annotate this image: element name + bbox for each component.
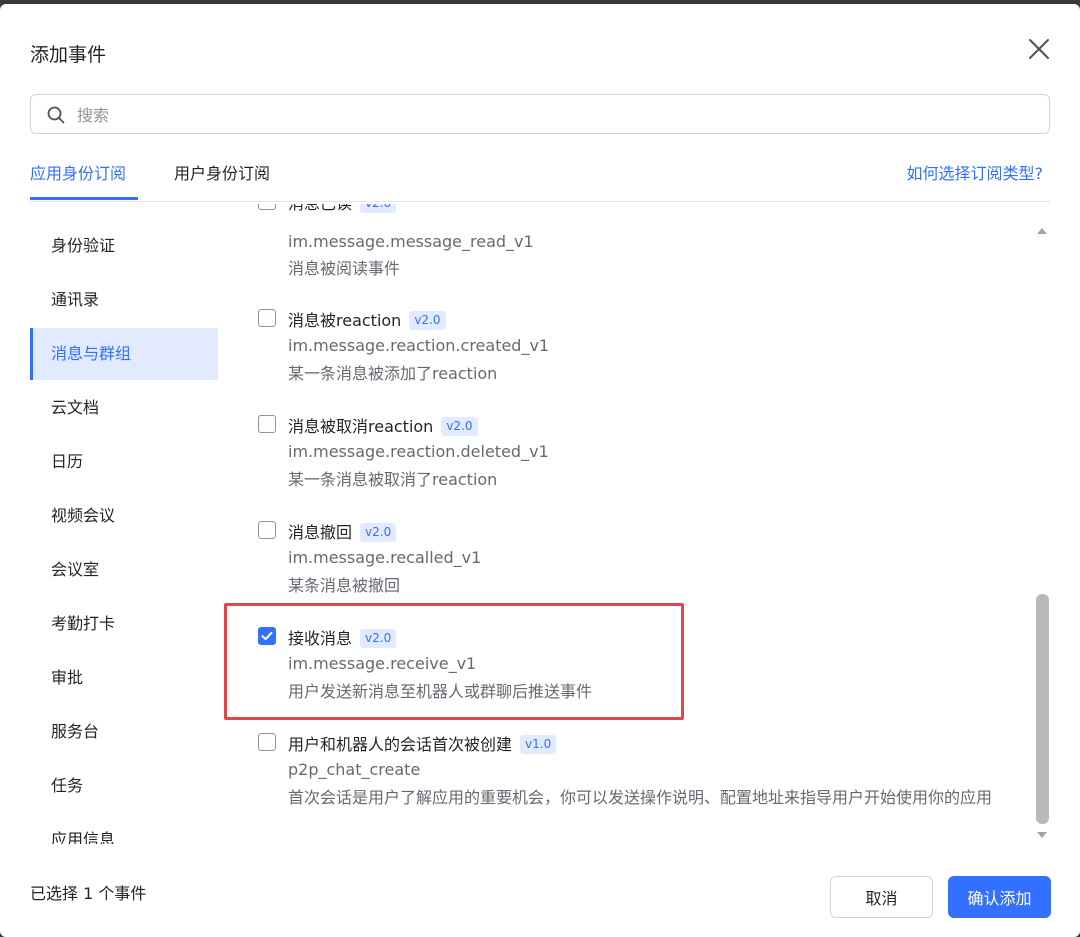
dialog-title: 添加事件 — [30, 44, 107, 66]
sidebar-item-app-info[interactable]: 应用信息 — [30, 814, 218, 844]
search-icon — [47, 106, 65, 124]
event-checkbox[interactable] — [258, 204, 276, 210]
sidebar-item-calendar[interactable]: 日历 — [30, 436, 218, 488]
event-name: 消息被取消reaction — [288, 417, 434, 436]
sidebar-item-attendance[interactable]: 考勤打卡 — [30, 598, 218, 650]
event-name: 消息撤回 — [288, 523, 353, 542]
sidebar-item-approval[interactable]: 审批 — [30, 652, 218, 704]
sidebar-item-helpdesk[interactable]: 服务台 — [30, 706, 218, 758]
event-description: 某一条消息被添加了reaction — [288, 364, 498, 383]
category-sidebar: 身份验证 通讯录 消息与群组 云文档 日历 视频会议 会议室 考勤打卡 审批 服… — [30, 204, 218, 844]
sidebar-item-meeting-room[interactable]: 会议室 — [30, 544, 218, 596]
event-checkbox[interactable] — [258, 415, 276, 433]
event-name: 接收消息 — [288, 629, 353, 648]
add-event-dialog: 添加事件 应用身份订阅 用户身份订阅 如何选择订阅类型? 身份验证 通讯录 消息… — [0, 4, 1080, 937]
event-list: 消息已读 v2.0 im.message.message_read_v1 消息被阅… — [245, 204, 1035, 844]
checkmark-icon — [261, 631, 273, 641]
scrollbar-thumb[interactable] — [1036, 594, 1049, 824]
sidebar-item-docs[interactable]: 云文档 — [30, 382, 218, 434]
tabs-divider — [30, 201, 1050, 202]
event-name: 用户和机器人的会话首次被创建 — [288, 735, 513, 754]
event-description: 首次会话是用户了解应用的重要机会，你可以发送操作说明、配置地址来指导用户开始使用… — [288, 788, 993, 807]
sidebar-item-contacts[interactable]: 通讯录 — [30, 274, 218, 326]
tab-app-identity[interactable]: 应用身份订阅 — [30, 160, 126, 184]
event-key: im.message.reaction.deleted_v1 — [288, 442, 549, 461]
search-box — [30, 94, 1050, 134]
event-description: 用户发送新消息至机器人或群聊后推送事件 — [288, 682, 593, 701]
event-checkbox[interactable] — [258, 733, 276, 751]
event-checkbox-checked[interactable] — [258, 627, 276, 645]
sidebar-item-identity[interactable]: 身份验证 — [30, 220, 218, 272]
cancel-button[interactable]: 取消 — [830, 876, 933, 918]
event-name: 消息已读 — [288, 204, 352, 213]
sidebar-item-video-meeting[interactable]: 视频会议 — [30, 490, 218, 542]
scroll-down-arrow-icon[interactable] — [1036, 830, 1048, 840]
tab-user-identity[interactable]: 用户身份订阅 — [174, 160, 270, 184]
event-description: 某条消息被撤回 — [288, 576, 401, 595]
event-key: im.message.reaction.created_v1 — [288, 336, 550, 355]
scroll-up-arrow-icon[interactable] — [1036, 226, 1048, 236]
selected-count: 已选择 1 个事件 — [30, 884, 147, 903]
close-icon[interactable] — [1024, 34, 1054, 64]
version-badge: v2.0 — [409, 311, 446, 330]
version-badge: v1.0 — [520, 735, 557, 754]
event-description: 消息被阅读事件 — [288, 259, 401, 278]
version-badge: v2.0 — [360, 523, 397, 542]
help-link[interactable]: 如何选择订阅类型? — [907, 160, 1044, 184]
event-key: im.message.message_read_v1 — [288, 232, 534, 251]
event-description: 某一条消息被取消了reaction — [288, 470, 498, 489]
active-tab-indicator — [30, 197, 138, 200]
event-key: im.message.receive_v1 — [288, 654, 477, 673]
search-input[interactable] — [75, 101, 1039, 129]
sidebar-item-tasks[interactable]: 任务 — [30, 760, 218, 812]
event-checkbox[interactable] — [258, 309, 276, 327]
version-badge: v2.0 — [360, 204, 397, 213]
event-checkbox[interactable] — [258, 521, 276, 539]
event-key: p2p_chat_create — [288, 760, 421, 779]
confirm-add-button[interactable]: 确认添加 — [948, 876, 1051, 918]
event-key: im.message.recalled_v1 — [288, 548, 482, 567]
version-badge: v2.0 — [441, 417, 478, 436]
version-badge: v2.0 — [360, 629, 397, 648]
sidebar-item-messages[interactable]: 消息与群组 — [30, 328, 218, 380]
event-name: 消息被reaction — [288, 311, 402, 330]
